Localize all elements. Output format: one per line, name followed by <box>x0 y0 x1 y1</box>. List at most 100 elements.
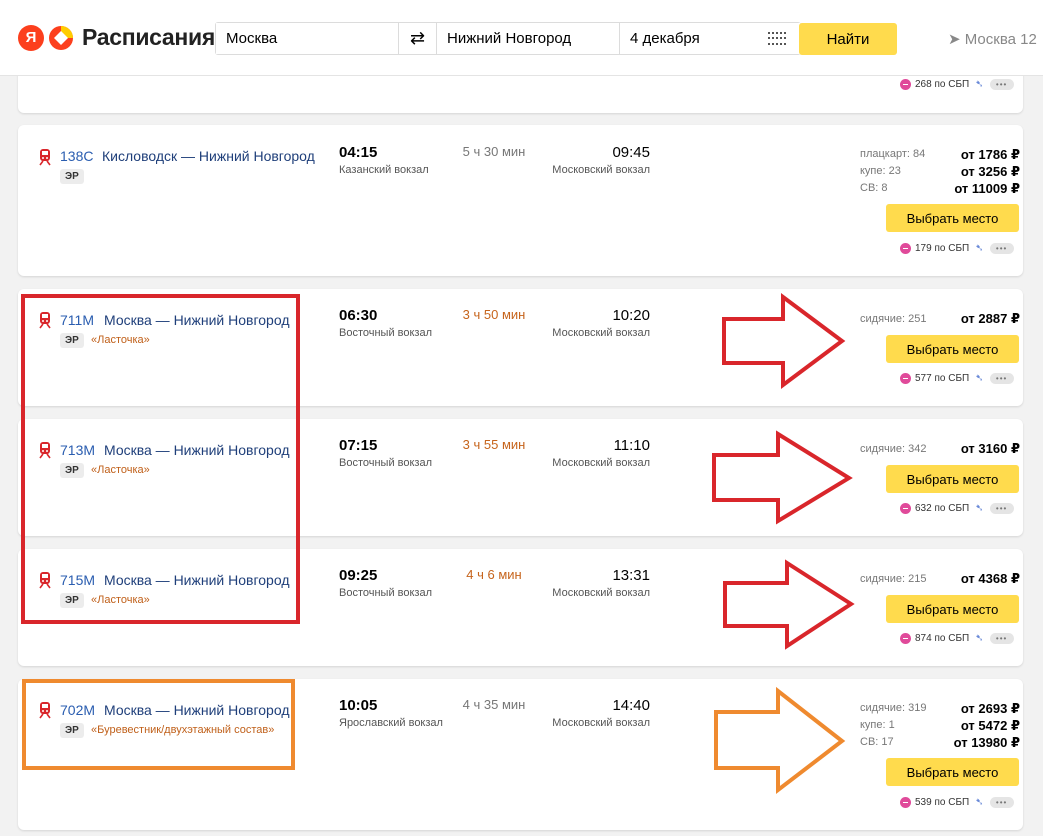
sbp-arrow-icon: ➷ <box>975 79 984 90</box>
logo[interactable]: Я Расписания <box>18 24 215 51</box>
more-icon[interactable]: ••• <box>989 797 1014 808</box>
sbp-text: 577 по СБП <box>915 373 970 384</box>
geo-location[interactable]: ➤ Москва 12 <box>948 30 1037 48</box>
seat-class-label: купе: 23 <box>860 165 901 177</box>
from-input[interactable]: Москва <box>216 23 399 54</box>
train-type-badge: ЭР <box>60 169 84 184</box>
more-icon[interactable]: ••• <box>989 79 1014 90</box>
seat-class-label: сидячие: 251 <box>860 313 927 325</box>
find-button[interactable]: Найти <box>799 23 897 55</box>
train-number[interactable]: 715М <box>60 572 95 588</box>
arrival-time: 14:40 <box>612 697 650 714</box>
arrival-station[interactable]: Московский вокзал <box>550 587 650 599</box>
seat-class-price: от 3160 ₽ <box>960 441 1020 456</box>
choose-seat-button[interactable]: Выбрать место <box>886 335 1019 363</box>
more-icon[interactable]: ••• <box>989 503 1014 514</box>
departure-station[interactable]: Восточный вокзал <box>339 327 432 339</box>
arrival-station[interactable]: Московский вокзал <box>550 164 650 176</box>
sbp-arrow-icon: ➷ <box>975 373 984 384</box>
calendar-icon[interactable] <box>768 32 786 46</box>
seat-class-price: от 2887 ₽ <box>960 311 1020 326</box>
sbp-arrow-icon: ➷ <box>975 797 984 808</box>
sbp-icon <box>900 373 911 384</box>
sbp-bonus: 632 по СБП ➷ ••• <box>900 503 1014 514</box>
sbp-icon <box>900 503 911 514</box>
sbp-text: 179 по СБП <box>915 243 970 254</box>
departure-time: 09:25 <box>339 567 378 584</box>
sbp-icon <box>900 633 911 644</box>
arrival-time: 13:31 <box>612 567 650 584</box>
arrival-time: 09:45 <box>612 144 650 161</box>
choose-seat-button[interactable]: Выбрать место <box>886 758 1019 786</box>
sbp-icon <box>900 797 911 808</box>
sbp-text: 874 по СБП <box>915 633 970 644</box>
choose-seat-button[interactable]: Выбрать место <box>886 595 1019 623</box>
train-icon <box>39 312 51 329</box>
arrival-station[interactable]: Московский вокзал <box>550 457 650 469</box>
train-route[interactable]: Кисловодск — Нижний Новгород <box>102 148 315 164</box>
seat-class-label: сидячие: 319 <box>860 702 927 714</box>
train-route[interactable]: Москва — Нижний Новгород <box>104 312 290 328</box>
train-route[interactable]: Москва — Нижний Новгород <box>104 442 290 458</box>
yandex-logo-icon: Я <box>18 24 44 51</box>
departure-station[interactable]: Ярославский вокзал <box>339 717 443 729</box>
sbp-text: 268 по СБП <box>915 79 970 90</box>
train-icon <box>39 702 51 719</box>
geo-city: Москва <box>964 31 1016 48</box>
sbp-arrow-icon: ➷ <box>975 503 984 514</box>
seat-class-price: от 4368 ₽ <box>960 571 1020 586</box>
more-icon[interactable]: ••• <box>989 373 1014 384</box>
choose-seat-button[interactable]: Выбрать место <box>886 465 1019 493</box>
train-route[interactable]: Москва — Нижний Новгород <box>104 572 290 588</box>
train-card[interactable]: 711М Москва — Нижний Новгород ЭР «Ласточ… <box>18 289 1023 406</box>
geo-extra: 12 <box>1020 31 1037 48</box>
top-header: Я Расписания Москва ⇄ Нижний Новгород 4 … <box>0 0 1043 76</box>
sbp-bonus: 179 по СБП ➷ ••• <box>900 243 1014 254</box>
train-type-badge: ЭР <box>60 723 84 738</box>
arrival-time: 10:20 <box>612 307 650 324</box>
train-route[interactable]: Москва — Нижний Новгород <box>104 702 290 718</box>
train-card[interactable]: 138С Кисловодск — Нижний Новгород ЭР 04:… <box>18 125 1023 276</box>
more-icon[interactable]: ••• <box>989 243 1014 254</box>
sbp-bonus: 577 по СБП ➷ ••• <box>900 373 1014 384</box>
arrival-station[interactable]: Московский вокзал <box>550 717 650 729</box>
duration: 4 ч 6 мин <box>466 567 522 582</box>
train-card[interactable]: 713М Москва — Нижний Новгород ЭР «Ласточ… <box>18 419 1023 536</box>
sbp-icon <box>900 79 911 90</box>
departure-station[interactable]: Восточный вокзал <box>339 457 432 469</box>
train-card[interactable]: 702М Москва — Нижний Новгород ЭР «Буреве… <box>18 679 1023 830</box>
seat-class-price: от 1786 ₽ <box>960 147 1020 162</box>
sbp-text: 539 по СБП <box>915 797 970 808</box>
departure-station[interactable]: Казанский вокзал <box>339 164 429 176</box>
train-number[interactable]: 713М <box>60 442 95 458</box>
train-number[interactable]: 711М <box>60 312 94 328</box>
sbp-arrow-icon: ➷ <box>975 633 984 644</box>
train-number[interactable]: 702М <box>60 702 95 718</box>
seat-class-label: сидячие: 342 <box>860 443 927 455</box>
date-input[interactable]: 4 декабря <box>620 23 800 54</box>
train-brand: «Ласточка» <box>91 464 150 476</box>
train-icon <box>39 149 51 166</box>
train-icon <box>39 572 51 589</box>
train-number[interactable]: 138С <box>60 148 93 164</box>
departure-time: 10:05 <box>339 697 378 714</box>
choose-seat-button[interactable]: Выбрать место <box>886 204 1019 232</box>
train-brand: «Буревестник/двухэтажный состав» <box>91 724 275 736</box>
logo-title: Расписания <box>82 24 215 50</box>
departure-time: 04:15 <box>339 144 378 161</box>
train-type-badge: ЭР <box>60 593 84 608</box>
more-icon[interactable]: ••• <box>989 633 1014 644</box>
sbp-bonus: 874 по СБП ➷ ••• <box>900 633 1014 644</box>
train-brand: «Ласточка» <box>91 334 150 346</box>
arrival-station[interactable]: Московский вокзал <box>550 327 650 339</box>
to-input[interactable]: Нижний Новгород <box>437 23 620 54</box>
train-type-badge: ЭР <box>60 463 84 478</box>
seat-class-price: от 2693 ₽ <box>960 701 1020 716</box>
train-brand: «Ласточка» <box>91 594 150 606</box>
swap-icon[interactable]: ⇄ <box>399 23 437 54</box>
train-card[interactable]: 715М Москва — Нижний Новгород ЭР «Ласточ… <box>18 549 1023 666</box>
departure-station[interactable]: Восточный вокзал <box>339 587 432 599</box>
seat-class-label: СВ: 17 <box>860 736 894 748</box>
sbp-arrow-icon: ➷ <box>975 243 984 254</box>
sbp-bonus: 268 по СБП ➷ ••• <box>900 79 1014 90</box>
